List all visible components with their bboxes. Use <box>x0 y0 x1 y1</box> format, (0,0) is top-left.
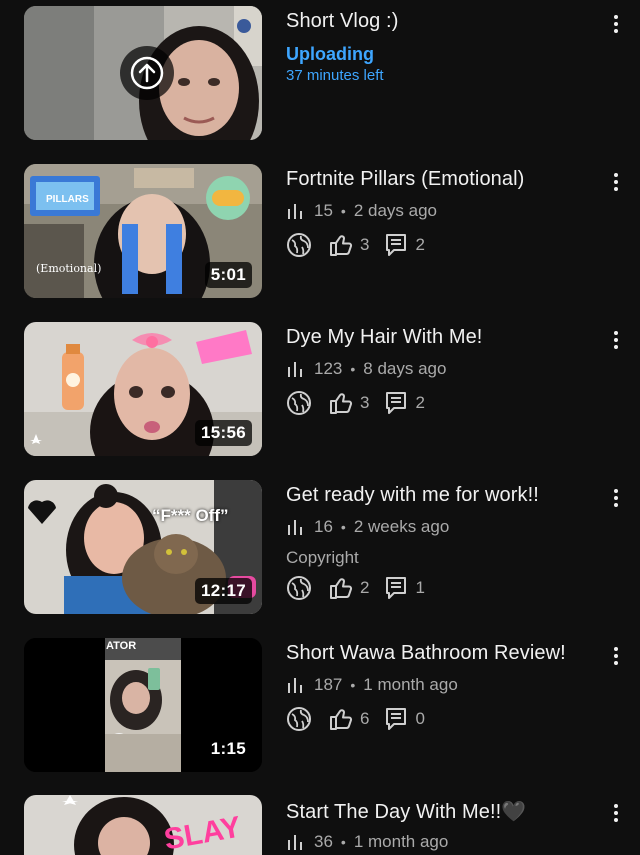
video-stats: 187 • 1 month ago <box>286 675 458 695</box>
separator: • <box>350 361 356 377</box>
views-icon <box>286 202 304 220</box>
video-thumbnail[interactable]: 15:56 <box>24 322 262 456</box>
upload-age: 1 month ago <box>363 675 458 694</box>
separator: • <box>340 834 346 850</box>
video-title[interactable]: Fortnite Pillars (Emotional) <box>286 168 524 191</box>
video-row[interactable]: Short Vlog :) Uploading 37 minutes left <box>0 6 640 146</box>
view-count: 187 <box>314 675 343 694</box>
comment-count: 2 <box>415 393 425 412</box>
view-count: 36 <box>314 832 333 851</box>
video-title[interactable]: Start The Day With Me!!🖤 <box>286 799 526 824</box>
comment-count: 0 <box>415 709 425 728</box>
thumbs-up-icon <box>328 575 354 601</box>
like-count: 6 <box>360 709 370 728</box>
video-thumbnail[interactable]: ATOR 1:15 <box>24 638 262 772</box>
upload-age: 2 days ago <box>353 201 438 220</box>
video-title[interactable]: Short Wawa Bathroom Review! <box>286 642 566 665</box>
views-icon <box>286 833 304 851</box>
thumbnail-caption: PILLARS <box>46 194 89 205</box>
upload-status: Uploading <box>286 44 374 64</box>
like-count: 3 <box>360 235 370 254</box>
upload-age: 1 month ago <box>353 832 449 851</box>
separator: • <box>340 519 346 535</box>
view-count: 15 <box>314 201 333 220</box>
video-stats: 15 • 2 days ago <box>286 201 437 221</box>
comment-icon <box>383 232 409 258</box>
more-options-icon[interactable] <box>607 801 625 825</box>
views-icon <box>286 676 304 694</box>
video-title[interactable]: Get ready with me for work!! <box>286 484 539 507</box>
thumbs-up-icon <box>328 706 354 732</box>
upload-progress-icon <box>119 45 175 101</box>
video-thumbnail[interactable]: PILLARS (Emotional) 5:01 <box>24 164 262 298</box>
video-duration: 15:56 <box>195 420 252 446</box>
video-duration: 12:17 <box>195 578 252 604</box>
video-duration: 5:01 <box>204 262 252 288</box>
video-stats: 36 • 1 month ago <box>286 832 448 852</box>
globe-icon <box>286 575 312 601</box>
more-options-icon[interactable] <box>607 170 625 194</box>
upload-time-remaining: 37 minutes left <box>286 67 384 84</box>
thumbnail-caption: “F*** Off” <box>152 506 229 525</box>
upload-age: 2 weeks ago <box>353 517 450 536</box>
video-thumbnail[interactable]: SLAY <box>24 795 262 855</box>
video-engagement: 3 2 <box>286 390 439 416</box>
thumbs-up-icon <box>328 390 354 416</box>
globe-icon <box>286 390 312 416</box>
copyright-notice[interactable]: Copyright <box>286 548 359 568</box>
more-options-icon[interactable] <box>607 486 625 510</box>
video-engagement: 3 2 <box>286 232 439 258</box>
comment-count: 2 <box>415 235 425 254</box>
upload-age: 8 days ago <box>363 359 447 378</box>
more-options-icon[interactable] <box>607 644 625 668</box>
more-options-icon[interactable] <box>607 12 625 36</box>
video-thumbnail[interactable] <box>24 6 262 140</box>
globe-icon <box>286 706 312 732</box>
views-icon <box>286 360 304 378</box>
video-title[interactable]: Dye My Hair With Me! <box>286 326 482 349</box>
video-row[interactable]: SLAY Start The Day With Me!!🖤 36 • 1 mon… <box>0 795 640 855</box>
video-stats: 123 • 8 days ago <box>286 359 446 379</box>
view-count: 16 <box>314 517 333 536</box>
globe-icon <box>286 232 312 258</box>
video-thumbnail[interactable]: “F*** Off” 12:17 <box>24 480 262 614</box>
comment-count: 1 <box>415 578 425 597</box>
video-title[interactable]: Short Vlog :) <box>286 10 398 33</box>
thumbs-up-icon <box>328 232 354 258</box>
video-duration: 1:15 <box>210 739 246 758</box>
comment-icon <box>383 390 409 416</box>
separator: • <box>340 203 346 219</box>
comment-icon <box>383 575 409 601</box>
video-row[interactable]: PILLARS (Emotional) 5:01 Fortnite Pillar… <box>0 164 640 304</box>
video-stats: 16 • 2 weeks ago <box>286 517 449 537</box>
views-icon <box>286 518 304 536</box>
thumbnail-caption: ATOR <box>106 640 137 652</box>
thumbnail-caption: (Emotional) <box>36 262 102 275</box>
video-row[interactable]: ATOR 1:15 Short Wawa Bathroom Review! 18… <box>0 638 640 778</box>
comment-icon <box>383 706 409 732</box>
view-count: 123 <box>314 359 343 378</box>
like-count: 3 <box>360 393 370 412</box>
like-count: 2 <box>360 578 370 597</box>
separator: • <box>350 677 356 693</box>
video-engagement: 6 0 <box>286 706 439 732</box>
more-options-icon[interactable] <box>607 328 625 352</box>
video-row[interactable]: 15:56 Dye My Hair With Me! 123 • 8 days … <box>0 322 640 462</box>
video-engagement: 2 1 <box>286 575 439 601</box>
video-row[interactable]: “F*** Off” 12:17 Get ready with me for w… <box>0 480 640 620</box>
